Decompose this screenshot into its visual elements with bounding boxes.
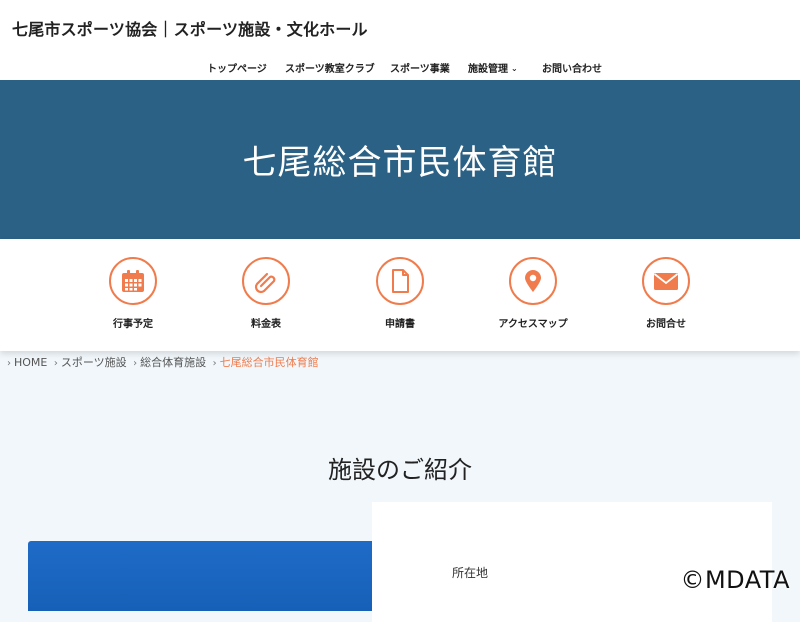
breadcrumb: › HOME › スポーツ施設 › 総合体育施設 › 七尾総合市民体育館: [4, 354, 319, 370]
chevron-down-icon: ⌄: [511, 64, 518, 73]
facility-photo: [28, 541, 419, 611]
paperclip-icon: [242, 257, 290, 305]
nav-item-label: トップページ: [207, 64, 267, 75]
chevron-right-icon: ›: [133, 358, 138, 369]
breadcrumb-home[interactable]: HOME: [14, 356, 47, 369]
hero-banner: 七尾総合市民体育館: [0, 80, 800, 239]
quick-link-label: お問合せ: [646, 319, 686, 330]
quick-link-inquiry[interactable]: お問合せ: [611, 257, 721, 330]
calendar-icon: [109, 257, 157, 305]
breadcrumb-current: 七尾総合市民体育館: [219, 356, 319, 369]
quick-link-label: 申請書: [385, 319, 415, 330]
quick-links: 行事予定 料金表 申請書 アクセスマップ お問合せ: [0, 239, 800, 351]
quick-link-label: 行事予定: [113, 319, 153, 330]
nav-item-label: スポーツ事業: [390, 64, 450, 75]
quick-link-schedule[interactable]: 行事予定: [78, 257, 188, 330]
location-label: 所在地: [452, 566, 489, 580]
facility-info-card: 所在地: [372, 502, 772, 622]
quick-link-forms[interactable]: 申請書: [345, 257, 455, 330]
envelope-icon: [642, 257, 690, 305]
site-header: 七尾市スポーツ協会｜スポーツ施設・文化ホール トップページ スポーツ教室クラブ …: [0, 0, 800, 80]
nav-item-classes[interactable]: スポーツ教室クラブ: [285, 60, 375, 75]
document-icon: [376, 257, 424, 305]
quick-link-fees[interactable]: 料金表: [211, 257, 321, 330]
quick-link-access-map[interactable]: アクセスマップ: [478, 257, 588, 330]
nav-item-label: スポーツ教室クラブ: [285, 64, 375, 75]
breadcrumb-general-gym[interactable]: 総合体育施設: [140, 356, 206, 369]
watermark: ©MDATA: [680, 566, 790, 594]
nav-item-facilities[interactable]: 施設管理 ⌄: [468, 60, 518, 75]
nav-item-top[interactable]: トップページ: [207, 60, 267, 75]
quick-link-label: 料金表: [251, 319, 281, 330]
section-title: 施設のご紹介: [328, 456, 472, 484]
site-title[interactable]: 七尾市スポーツ協会｜スポーツ施設・文化ホール: [12, 16, 368, 40]
nav-item-contact[interactable]: お問い合わせ: [542, 60, 602, 75]
hero-title: 七尾総合市民体育館: [242, 143, 558, 183]
breadcrumb-sports-facilities[interactable]: スポーツ施設: [61, 356, 127, 369]
nav-item-label: お問い合わせ: [542, 64, 602, 75]
main-nav: トップページ スポーツ教室クラブ スポーツ事業 施設管理 ⌄ お問い合わせ: [0, 60, 800, 75]
nav-item-label: 施設管理: [468, 64, 508, 75]
quick-link-label: アクセスマップ: [498, 319, 568, 330]
nav-item-events[interactable]: スポーツ事業: [390, 60, 450, 75]
map-pin-icon: [509, 257, 557, 305]
chevron-right-icon: ›: [53, 358, 58, 369]
chevron-right-icon: ›: [7, 358, 11, 369]
chevron-right-icon: ›: [212, 358, 217, 369]
